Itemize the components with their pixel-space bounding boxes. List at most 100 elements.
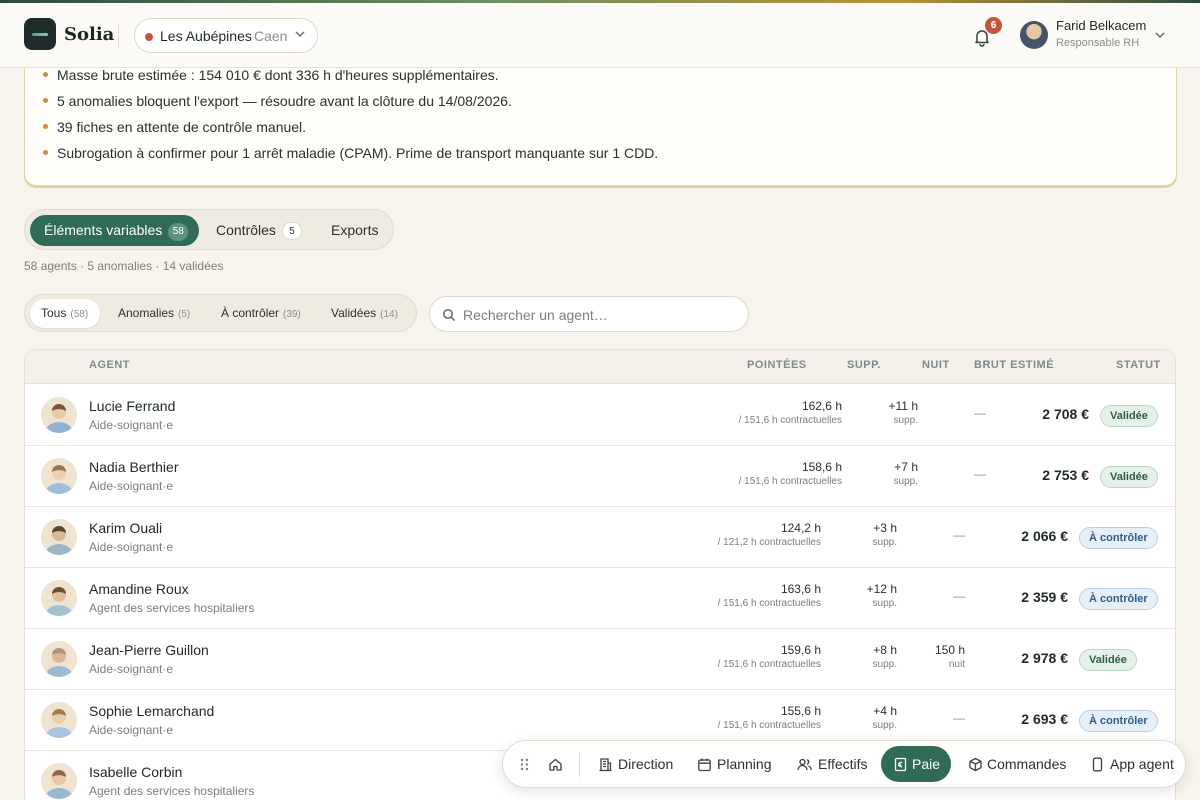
table-row[interactable]: Nadia Berthier Aide-soignant·e 158,6 h / 15… — [25, 446, 1175, 507]
agent-name: Jean-Pierre Guillon — [89, 642, 209, 658]
table-row[interactable]: Amandine Roux Agent des services hospital… — [25, 568, 1175, 629]
dock-label: App agent — [1110, 756, 1174, 772]
overtime-unit: supp. — [872, 720, 897, 731]
chevron-down-icon[interactable] — [1154, 29, 1166, 44]
summary-item: 39 fiches en attente de contrôle manuel. — [43, 119, 658, 145]
gross-estimate: 2 753 € — [1042, 467, 1089, 483]
column-brut-estime[interactable]: BRUT ESTIMÉ — [974, 359, 1054, 371]
agent-role: Aide-soignant·e — [89, 662, 174, 676]
site-status-dot — [145, 33, 153, 41]
column-pointees[interactable]: POINTÉES — [747, 359, 807, 371]
filter-label: Anomalies — [118, 306, 175, 320]
dock-paie[interactable]: Paie — [881, 746, 951, 782]
filter-label: À contrôler — [221, 306, 280, 320]
filter-tous[interactable]: Tous (58) — [30, 299, 100, 328]
filter-anomalies[interactable]: Anomalies (5) — [107, 299, 201, 328]
hours-worked: 162,6 h — [801, 399, 842, 413]
site-city: Caen — [254, 28, 288, 44]
agent-name: Isabelle Corbin — [89, 764, 183, 780]
status-badge: Validée — [1100, 466, 1158, 488]
logo-icon[interactable] — [24, 18, 56, 50]
tab-count: 5 — [281, 222, 302, 240]
overtime-unit: supp. — [872, 598, 897, 609]
gross-estimate: 2 978 € — [1021, 650, 1068, 666]
user-role: Responsable RH — [1056, 37, 1140, 49]
gross-estimate: 2 066 € — [1021, 528, 1068, 544]
app-header: Solia Les Aubépines Caen 6 Farid Belkace… — [0, 3, 1200, 68]
hours-worked: 158,6 h — [801, 460, 842, 474]
user-name: Farid Belkacem — [1056, 18, 1147, 33]
night-empty: — — [953, 589, 965, 603]
dock-effectifs[interactable]: Effectifs — [790, 746, 870, 782]
user-avatar[interactable] — [1020, 21, 1048, 49]
overtime-hours: +12 h — [866, 582, 897, 596]
header-divider — [118, 23, 119, 47]
agent-name: Amandine Roux — [89, 581, 189, 597]
agent-role: Agent des services hospitaliers — [89, 601, 255, 615]
column-supp[interactable]: SUPP. — [847, 359, 881, 371]
summary-item: Masse brute estimée : 154 010 € dont 336… — [43, 67, 658, 93]
box-icon — [969, 757, 982, 772]
payslip-icon — [894, 757, 907, 772]
status-badge: À contrôler — [1079, 710, 1158, 732]
dock-direction[interactable]: Direction — [591, 746, 683, 782]
dock-home[interactable] — [541, 746, 571, 782]
tab-label: Éléments variables — [44, 222, 163, 238]
bottom-dock: Direction Planning Effectifs Paie Comman… — [502, 740, 1186, 788]
tab-exports[interactable]: Exports — [318, 215, 388, 246]
night-empty: — — [974, 406, 986, 420]
tab-count: 58 — [168, 223, 189, 241]
tab-controles[interactable]: Contrôles 5 — [203, 215, 303, 246]
dock-divider — [579, 753, 580, 777]
status-badge: Validée — [1100, 405, 1158, 427]
stats-summary: 58 agents · 5 anomalies · 14 validées — [24, 259, 224, 273]
tab-label: Contrôles — [216, 222, 276, 238]
notification-badge: 6 — [985, 17, 1002, 34]
tab-elements-variables[interactable]: Éléments variables 58 — [30, 215, 199, 246]
filter-count: (14) — [380, 309, 398, 320]
gross-estimate: 2 359 € — [1021, 589, 1068, 605]
dock-planning[interactable]: Planning — [690, 746, 776, 782]
dock-commandes[interactable]: Commandes — [961, 746, 1071, 782]
filter-a-controler[interactable]: À contrôler (39) — [210, 299, 312, 328]
hours-worked: 159,6 h — [780, 643, 821, 657]
phone-icon — [1092, 757, 1103, 772]
hours-contract: / 151,6 h contractuelles — [738, 476, 842, 487]
dock-app-agent[interactable]: App agent — [1083, 746, 1179, 782]
overtime-unit: supp. — [872, 537, 897, 548]
avatar — [41, 397, 77, 433]
night-empty: — — [974, 467, 986, 481]
table-row[interactable]: Jean-Pierre Guillon Aide-soignant·e 159,6 … — [25, 629, 1175, 690]
overtime-unit: supp. — [872, 659, 897, 670]
hours-contract: / 121,2 h contractuelles — [717, 537, 821, 548]
column-statut[interactable]: STATUT — [1116, 359, 1161, 371]
agent-search[interactable] — [429, 296, 749, 332]
filter-validees[interactable]: Validées (14) — [320, 299, 412, 328]
hours-contract: / 151,6 h contractuelles — [717, 659, 821, 670]
gross-estimate: 2 708 € — [1042, 406, 1089, 422]
users-icon — [797, 758, 812, 771]
hours-contract: / 151,6 h contractuelles — [717, 598, 821, 609]
agent-name: Sophie Lemarchand — [89, 703, 215, 719]
table-row[interactable]: Karim Ouali Aide-soignant·e 124,2 h / 121,2… — [25, 507, 1175, 568]
night-unit: nuit — [948, 659, 965, 670]
filter-count: (5) — [178, 309, 191, 320]
agent-role: Aide-soignant·e — [89, 540, 174, 554]
agents-table: AGENT POINTÉES SUPP. NUIT BRUT ESTIMÉ ST… — [24, 349, 1176, 800]
night-hours: 150 h — [934, 643, 965, 657]
column-agent[interactable]: AGENT — [89, 359, 130, 371]
column-nuit[interactable]: NUIT — [922, 359, 950, 371]
status-filters: Tous (58) Anomalies (5) À contrôler (39) Va… — [24, 294, 417, 332]
overtime-hours: +3 h — [873, 521, 897, 535]
hours-worked: 155,6 h — [780, 704, 821, 718]
site-selector[interactable]: Les Aubépines Caen — [134, 18, 318, 53]
night-empty: — — [953, 528, 965, 542]
drag-handle-icon[interactable] — [513, 746, 531, 782]
filter-count: (58) — [70, 309, 89, 320]
hours-worked: 124,2 h — [780, 521, 821, 535]
table-row[interactable]: Lucie Ferrand Aide-soignant·e 162,6 h / 151… — [25, 385, 1175, 446]
filter-label: Tous — [41, 306, 67, 320]
avatar — [41, 458, 77, 494]
search-input[interactable] — [463, 304, 738, 325]
dock-label: Direction — [618, 756, 674, 772]
